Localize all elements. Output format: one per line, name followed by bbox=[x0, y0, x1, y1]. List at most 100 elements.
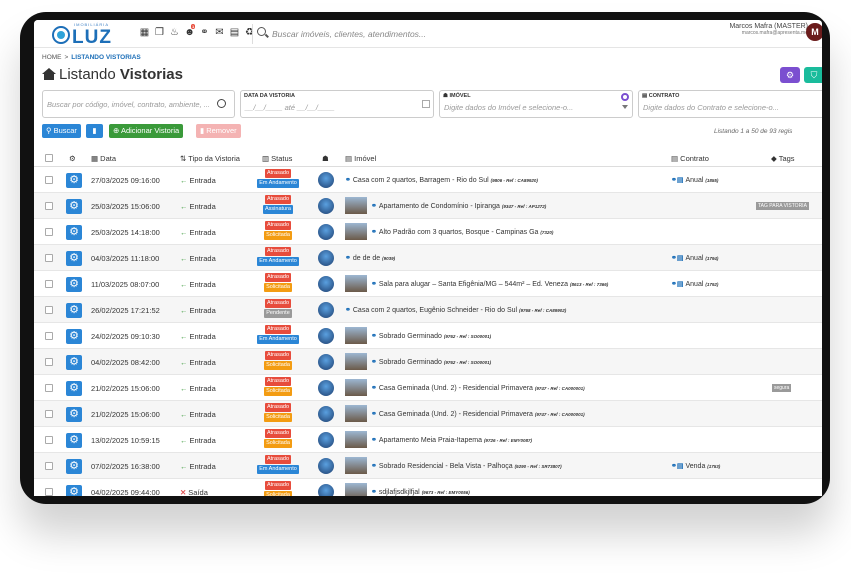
select-all-checkbox[interactable] bbox=[45, 154, 53, 162]
col-tags[interactable]: ◆ Tags bbox=[771, 154, 795, 163]
row-imovel[interactable]: ⚭ Casa Geminada (Und. 2) - Residencial Pr… bbox=[371, 384, 585, 392]
table-row[interactable]: ⚙ 13/02/2025 10:59:15 ← Entrada Atrasado Soli… bbox=[34, 427, 822, 453]
table-row[interactable]: ⚙ 11/03/2025 08:07:00 ← Entrada Atrasado Soli… bbox=[34, 271, 822, 297]
gear-icon[interactable]: ⚙ bbox=[66, 329, 82, 344]
row-imovel[interactable]: ⚭ Apartamento Meia Praia-Itapema (9726 - … bbox=[371, 436, 532, 444]
gear-icon[interactable]: ⚙ bbox=[66, 277, 82, 292]
mail-icon[interactable]: ✉ bbox=[214, 27, 225, 38]
user-avatar[interactable]: M bbox=[806, 23, 822, 41]
gear-icon[interactable]: ⚙ bbox=[66, 355, 82, 370]
row-imovel[interactable]: ⚭ Sala para alugar – Santa Efigênia/MG – … bbox=[371, 280, 608, 288]
col-status[interactable]: ▥ Status bbox=[262, 154, 292, 163]
gear-icon[interactable]: ⚙ bbox=[66, 381, 82, 396]
bell-icon[interactable]: ♨ bbox=[169, 27, 180, 38]
row-checkbox[interactable] bbox=[45, 280, 53, 288]
row-contrato[interactable]: ⚭▤ Anual (1792) bbox=[671, 280, 718, 288]
row-contrato[interactable]: ⚭▤ Anual (1855) bbox=[671, 176, 718, 184]
row-checkbox[interactable] bbox=[45, 410, 53, 418]
property-thumbnail[interactable] bbox=[345, 405, 367, 422]
table-row[interactable]: ⚙ 21/02/2025 15:06:00 ← Entrada Atrasado Soli… bbox=[34, 375, 822, 401]
row-imovel[interactable]: ⚭ Sobrado Residencial - Bela Vista - Palh… bbox=[371, 462, 562, 470]
grid-icon[interactable]: ▦ bbox=[139, 27, 150, 38]
row-checkbox[interactable] bbox=[45, 488, 53, 496]
add-vistoria-button[interactable]: ⊕ Adicionar Vistoria bbox=[109, 124, 184, 138]
filter-imovel[interactable]: ☗ IMÓVEL Digite dados do Imóvel e seleci… bbox=[439, 90, 633, 118]
row-imovel[interactable]: ⚭ Sobrado Germinado (9762 - Ref : SO00001… bbox=[371, 358, 491, 366]
target-icon[interactable] bbox=[621, 93, 629, 101]
property-thumbnail[interactable] bbox=[345, 327, 367, 344]
users-icon[interactable]: ☻ 1 bbox=[184, 24, 196, 38]
gear-icon[interactable]: ⚙ bbox=[66, 433, 82, 448]
table-row[interactable]: ⚙ 27/03/2025 09:16:00 ← Entrada Atrasado Em A… bbox=[34, 167, 822, 193]
filter-search[interactable]: Buscar por código, imóvel, contrato, amb… bbox=[42, 90, 235, 118]
table-row[interactable]: ⚙ 25/03/2025 14:18:00 ← Entrada Atrasado Soli… bbox=[34, 219, 822, 245]
remove-button[interactable]: ▮ Remover bbox=[196, 124, 241, 138]
files-icon[interactable]: ❐ bbox=[154, 27, 165, 38]
property-thumbnail[interactable] bbox=[345, 223, 367, 240]
table-row[interactable]: ⚙ 21/02/2025 15:06:00 ← Entrada Atrasado Soli… bbox=[34, 401, 822, 427]
search-icon[interactable] bbox=[217, 99, 226, 108]
col-contrato[interactable]: ▤ Contrato bbox=[671, 154, 709, 163]
gear-icon[interactable]: ⚙ bbox=[66, 459, 82, 474]
row-imovel[interactable]: ⚭ sdjlafjsdkjlfjal (9673 - Ref : EMY0056) bbox=[371, 488, 470, 496]
tag-button[interactable]: ⛉ bbox=[804, 67, 822, 83]
global-search-input[interactable] bbox=[272, 26, 532, 42]
row-checkbox[interactable] bbox=[45, 332, 53, 340]
table-row[interactable]: ⚙ 26/02/2025 17:21:52 ← Entrada Atrasado Pend… bbox=[34, 297, 822, 323]
row-imovel[interactable]: ⚭ Alto Padrão com 3 quartos, Bosque - Cam… bbox=[371, 228, 553, 236]
property-thumbnail[interactable] bbox=[345, 197, 367, 214]
table-row[interactable]: ⚙ 04/02/2025 09:44:00 ✕ Saída Atrasado Solici… bbox=[34, 479, 822, 496]
property-thumbnail[interactable] bbox=[345, 457, 367, 474]
row-checkbox[interactable] bbox=[45, 202, 53, 210]
row-imovel[interactable]: ⚭ Casa Geminada (Und. 2) - Residencial Pr… bbox=[371, 410, 585, 418]
row-imovel[interactable]: ⚭ de de de (9039) bbox=[345, 254, 395, 262]
user-info[interactable]: Marcos Mafra (MASTER) marcos.mafra@apres… bbox=[729, 23, 808, 36]
settings-button[interactable]: ⚙ bbox=[780, 67, 800, 83]
gear-icon[interactable]: ⚙ bbox=[66, 485, 82, 496]
row-checkbox[interactable] bbox=[45, 176, 53, 184]
table-row[interactable]: ⚙ 25/03/2025 15:06:00 ← Entrada Atrasado Assi… bbox=[34, 193, 822, 219]
link-icon[interactable]: ⚭ bbox=[199, 27, 210, 38]
calendar-icon[interactable]: ▤ bbox=[229, 27, 240, 38]
gear-icon[interactable]: ⚙ bbox=[66, 199, 82, 214]
chevron-down-icon[interactable] bbox=[622, 105, 628, 109]
breadcrumb-home[interactable]: HOME bbox=[42, 54, 62, 61]
table-row[interactable]: ⚙ 07/02/2025 16:38:00 ← Entrada Atrasado Em A… bbox=[34, 453, 822, 479]
col-date[interactable]: ▦ Data bbox=[91, 154, 116, 163]
filter-date[interactable]: DATA DA VISTORIA __/__/____ até __/__/__… bbox=[240, 90, 434, 118]
property-thumbnail[interactable] bbox=[345, 379, 367, 396]
gear-icon[interactable]: ⚙ bbox=[66, 251, 82, 266]
property-thumbnail[interactable] bbox=[345, 353, 367, 370]
row-contrato[interactable]: ⚭▤ Anual (1794) bbox=[671, 254, 718, 262]
table-row[interactable]: ⚙ 24/02/2025 09:10:30 ← Entrada Atrasado Em A… bbox=[34, 323, 822, 349]
col-imovel[interactable]: ▤ Imóvel bbox=[345, 154, 376, 163]
gear-icon[interactable]: ⚙ bbox=[66, 407, 82, 422]
gear-icon[interactable]: ⚙ bbox=[66, 173, 82, 188]
property-thumbnail[interactable] bbox=[345, 275, 367, 292]
gear-icon[interactable]: ⚙ bbox=[69, 154, 76, 163]
gear-icon[interactable]: ⚙ bbox=[66, 225, 82, 240]
row-imovel[interactable]: ⚭ Apartamento de Condomínio - Ipiranga (9… bbox=[371, 202, 546, 210]
table-row[interactable]: ⚙ 04/02/2025 08:42:00 ← Entrada Atrasado Soli… bbox=[34, 349, 822, 375]
status-badges: Atrasado Solicitada bbox=[256, 403, 300, 423]
row-checkbox[interactable] bbox=[45, 228, 53, 236]
gear-icon[interactable]: ⚙ bbox=[66, 303, 82, 318]
row-checkbox[interactable] bbox=[45, 384, 53, 392]
filter-contrato[interactable]: ▤ CONTRATO Digite dados do Contrato e se… bbox=[638, 90, 822, 118]
row-contrato[interactable]: ⚭▤ Venda (1753) bbox=[671, 462, 720, 470]
row-imovel[interactable]: ⚭ Casa com 2 quartos, Eugênio Schneider -… bbox=[345, 306, 566, 314]
row-checkbox[interactable] bbox=[45, 254, 53, 262]
row-imovel[interactable]: ⚭ Sobrado Germinado (9762 - Ref : SO00001… bbox=[371, 332, 491, 340]
table-row[interactable]: ⚙ 04/03/2025 11:18:00 ← Entrada Atrasado Em A… bbox=[34, 245, 822, 271]
row-checkbox[interactable] bbox=[45, 358, 53, 366]
col-type[interactable]: ⇅ Tipo da Vistoria bbox=[180, 154, 240, 163]
row-imovel[interactable]: ⚭ Casa com 2 quartos, Barragem - Rio do S… bbox=[345, 176, 538, 184]
row-checkbox[interactable] bbox=[45, 436, 53, 444]
search-button[interactable]: ⚲ Buscar bbox=[42, 124, 81, 138]
logo[interactable]: IMOBILIÁRIA LUZ bbox=[50, 22, 111, 48]
clear-button[interactable]: ▮ bbox=[86, 124, 103, 138]
property-thumbnail[interactable] bbox=[345, 431, 367, 448]
property-thumbnail[interactable] bbox=[345, 483, 367, 496]
row-checkbox[interactable] bbox=[45, 462, 53, 470]
row-checkbox[interactable] bbox=[45, 306, 53, 314]
